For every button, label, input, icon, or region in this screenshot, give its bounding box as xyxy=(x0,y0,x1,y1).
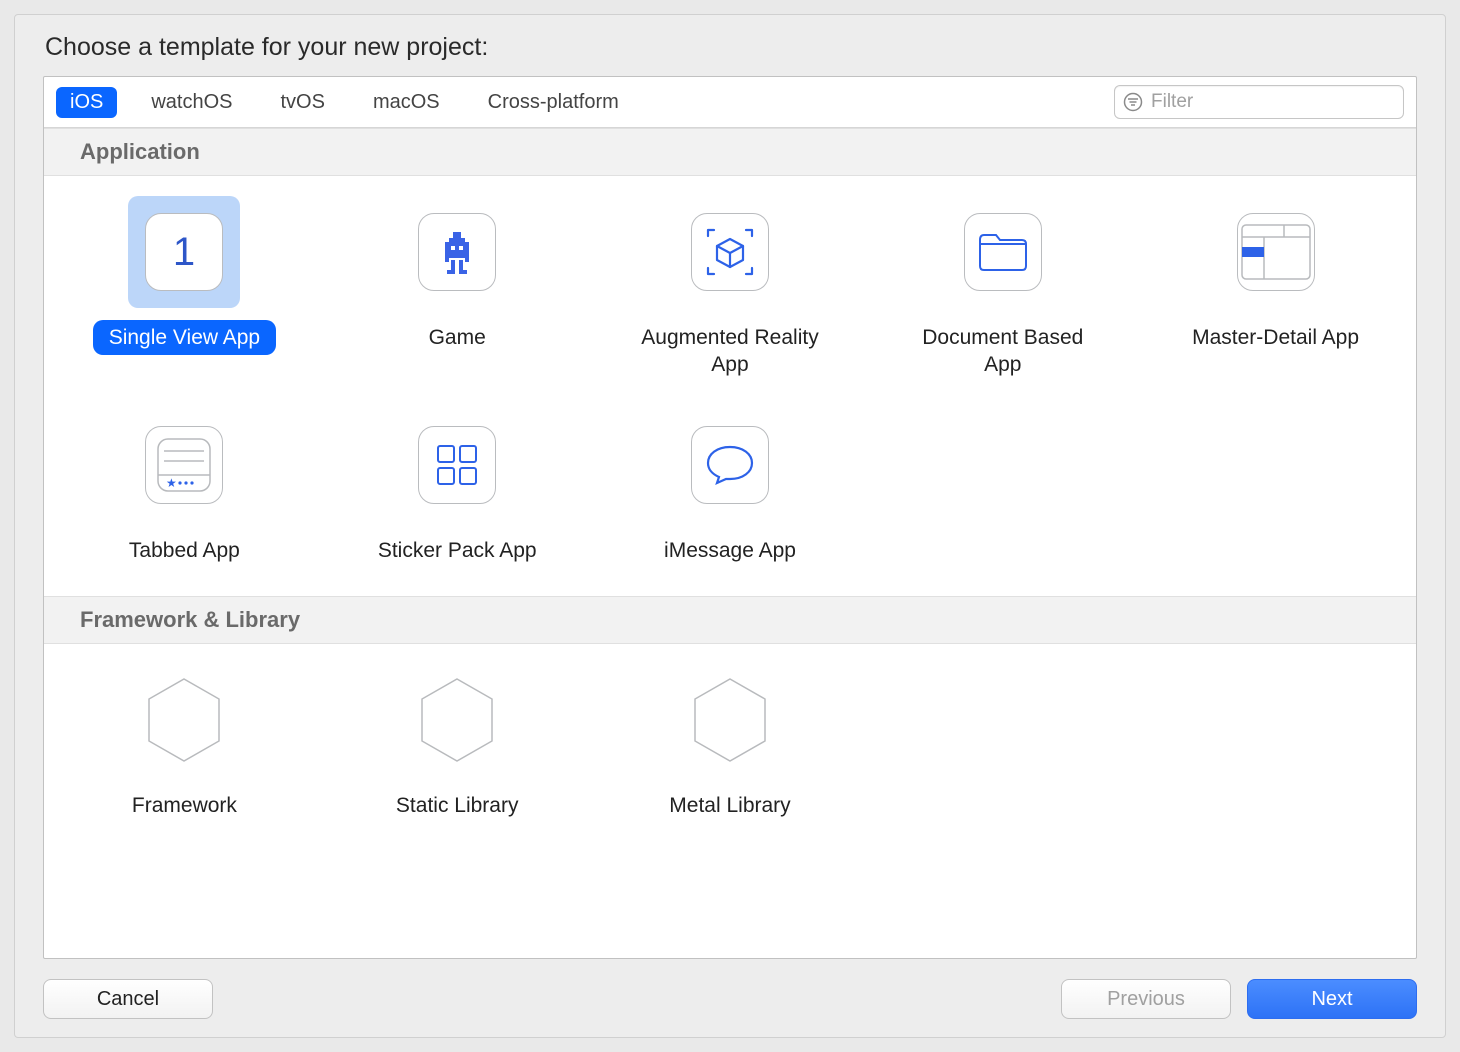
next-button[interactable]: Next xyxy=(1247,979,1417,1019)
ar-cube-icon xyxy=(674,196,786,308)
template-augmented-reality-app[interactable]: Augmented Reality App xyxy=(594,190,867,383)
template-label: iMessage App xyxy=(648,533,812,568)
cancel-button[interactable]: Cancel xyxy=(43,979,213,1019)
template-framework[interactable]: Framework xyxy=(48,658,321,823)
template-static-library[interactable]: Static Library xyxy=(321,658,594,823)
sticker-grid-icon xyxy=(401,409,513,521)
filter-field-wrap[interactable] xyxy=(1114,85,1404,119)
tab-macos[interactable]: macOS xyxy=(359,87,454,118)
template-tabbed-app[interactable]: ★ Tabbed App xyxy=(48,403,321,568)
framework-grid: Framework xyxy=(44,644,1416,851)
template-document-based-app[interactable]: Document Based App xyxy=(866,190,1139,383)
metal-m-icon xyxy=(674,664,786,776)
content-panel: iOS watchOS tvOS macOS Cross-platform xyxy=(43,76,1417,959)
platform-tabs: iOS watchOS tvOS macOS Cross-platform xyxy=(56,87,633,118)
toolbox-icon xyxy=(128,664,240,776)
tab-cross-platform[interactable]: Cross-platform xyxy=(474,87,633,118)
svg-text:1: 1 xyxy=(173,230,195,274)
template-metal-library[interactable]: Metal Library xyxy=(594,658,867,823)
folder-icon xyxy=(947,196,1059,308)
template-imessage-app[interactable]: iMessage App xyxy=(594,403,867,568)
template-label: Document Based App xyxy=(893,320,1113,383)
robot-sprite-icon xyxy=(401,196,513,308)
template-chooser-window: Choose a template for your new project: … xyxy=(14,14,1446,1038)
filter-input[interactable] xyxy=(1151,91,1396,113)
template-master-detail-app[interactable]: Master-Detail App xyxy=(1139,190,1412,383)
filter-icon xyxy=(1123,92,1143,112)
template-label: Augmented Reality App xyxy=(620,320,840,383)
footer: Cancel Previous Next xyxy=(43,959,1417,1019)
template-label: Metal Library xyxy=(653,788,806,823)
template-label: Tabbed App xyxy=(113,533,256,568)
template-single-view-app[interactable]: 1 Single View App xyxy=(48,190,321,383)
master-detail-icon xyxy=(1220,196,1332,308)
template-game[interactable]: Game xyxy=(321,190,594,383)
toolbar: iOS watchOS tvOS macOS Cross-platform xyxy=(44,77,1416,128)
speech-bubble-icon xyxy=(674,409,786,521)
template-label: Master-Detail App xyxy=(1176,320,1375,355)
tab-watchos[interactable]: watchOS xyxy=(137,87,246,118)
library-building-icon xyxy=(401,664,513,776)
tabbed-icon: ★ xyxy=(128,409,240,521)
page-title: Choose a template for your new project: xyxy=(45,33,1417,62)
template-label: Game xyxy=(413,320,502,355)
application-grid: 1 Single View App xyxy=(44,176,1416,596)
template-label: Framework xyxy=(116,788,253,823)
tab-ios[interactable]: iOS xyxy=(56,87,117,118)
svg-text:★: ★ xyxy=(166,476,177,490)
tab-tvos[interactable]: tvOS xyxy=(267,87,339,118)
previous-button[interactable]: Previous xyxy=(1061,979,1231,1019)
section-header-framework: Framework & Library xyxy=(44,596,1416,644)
section-header-application: Application xyxy=(44,128,1416,176)
digit-one-icon: 1 xyxy=(128,196,240,308)
template-label: Single View App xyxy=(93,320,276,355)
template-label: Sticker Pack App xyxy=(362,533,553,568)
template-sticker-pack-app[interactable]: Sticker Pack App xyxy=(321,403,594,568)
template-label: Static Library xyxy=(380,788,535,823)
